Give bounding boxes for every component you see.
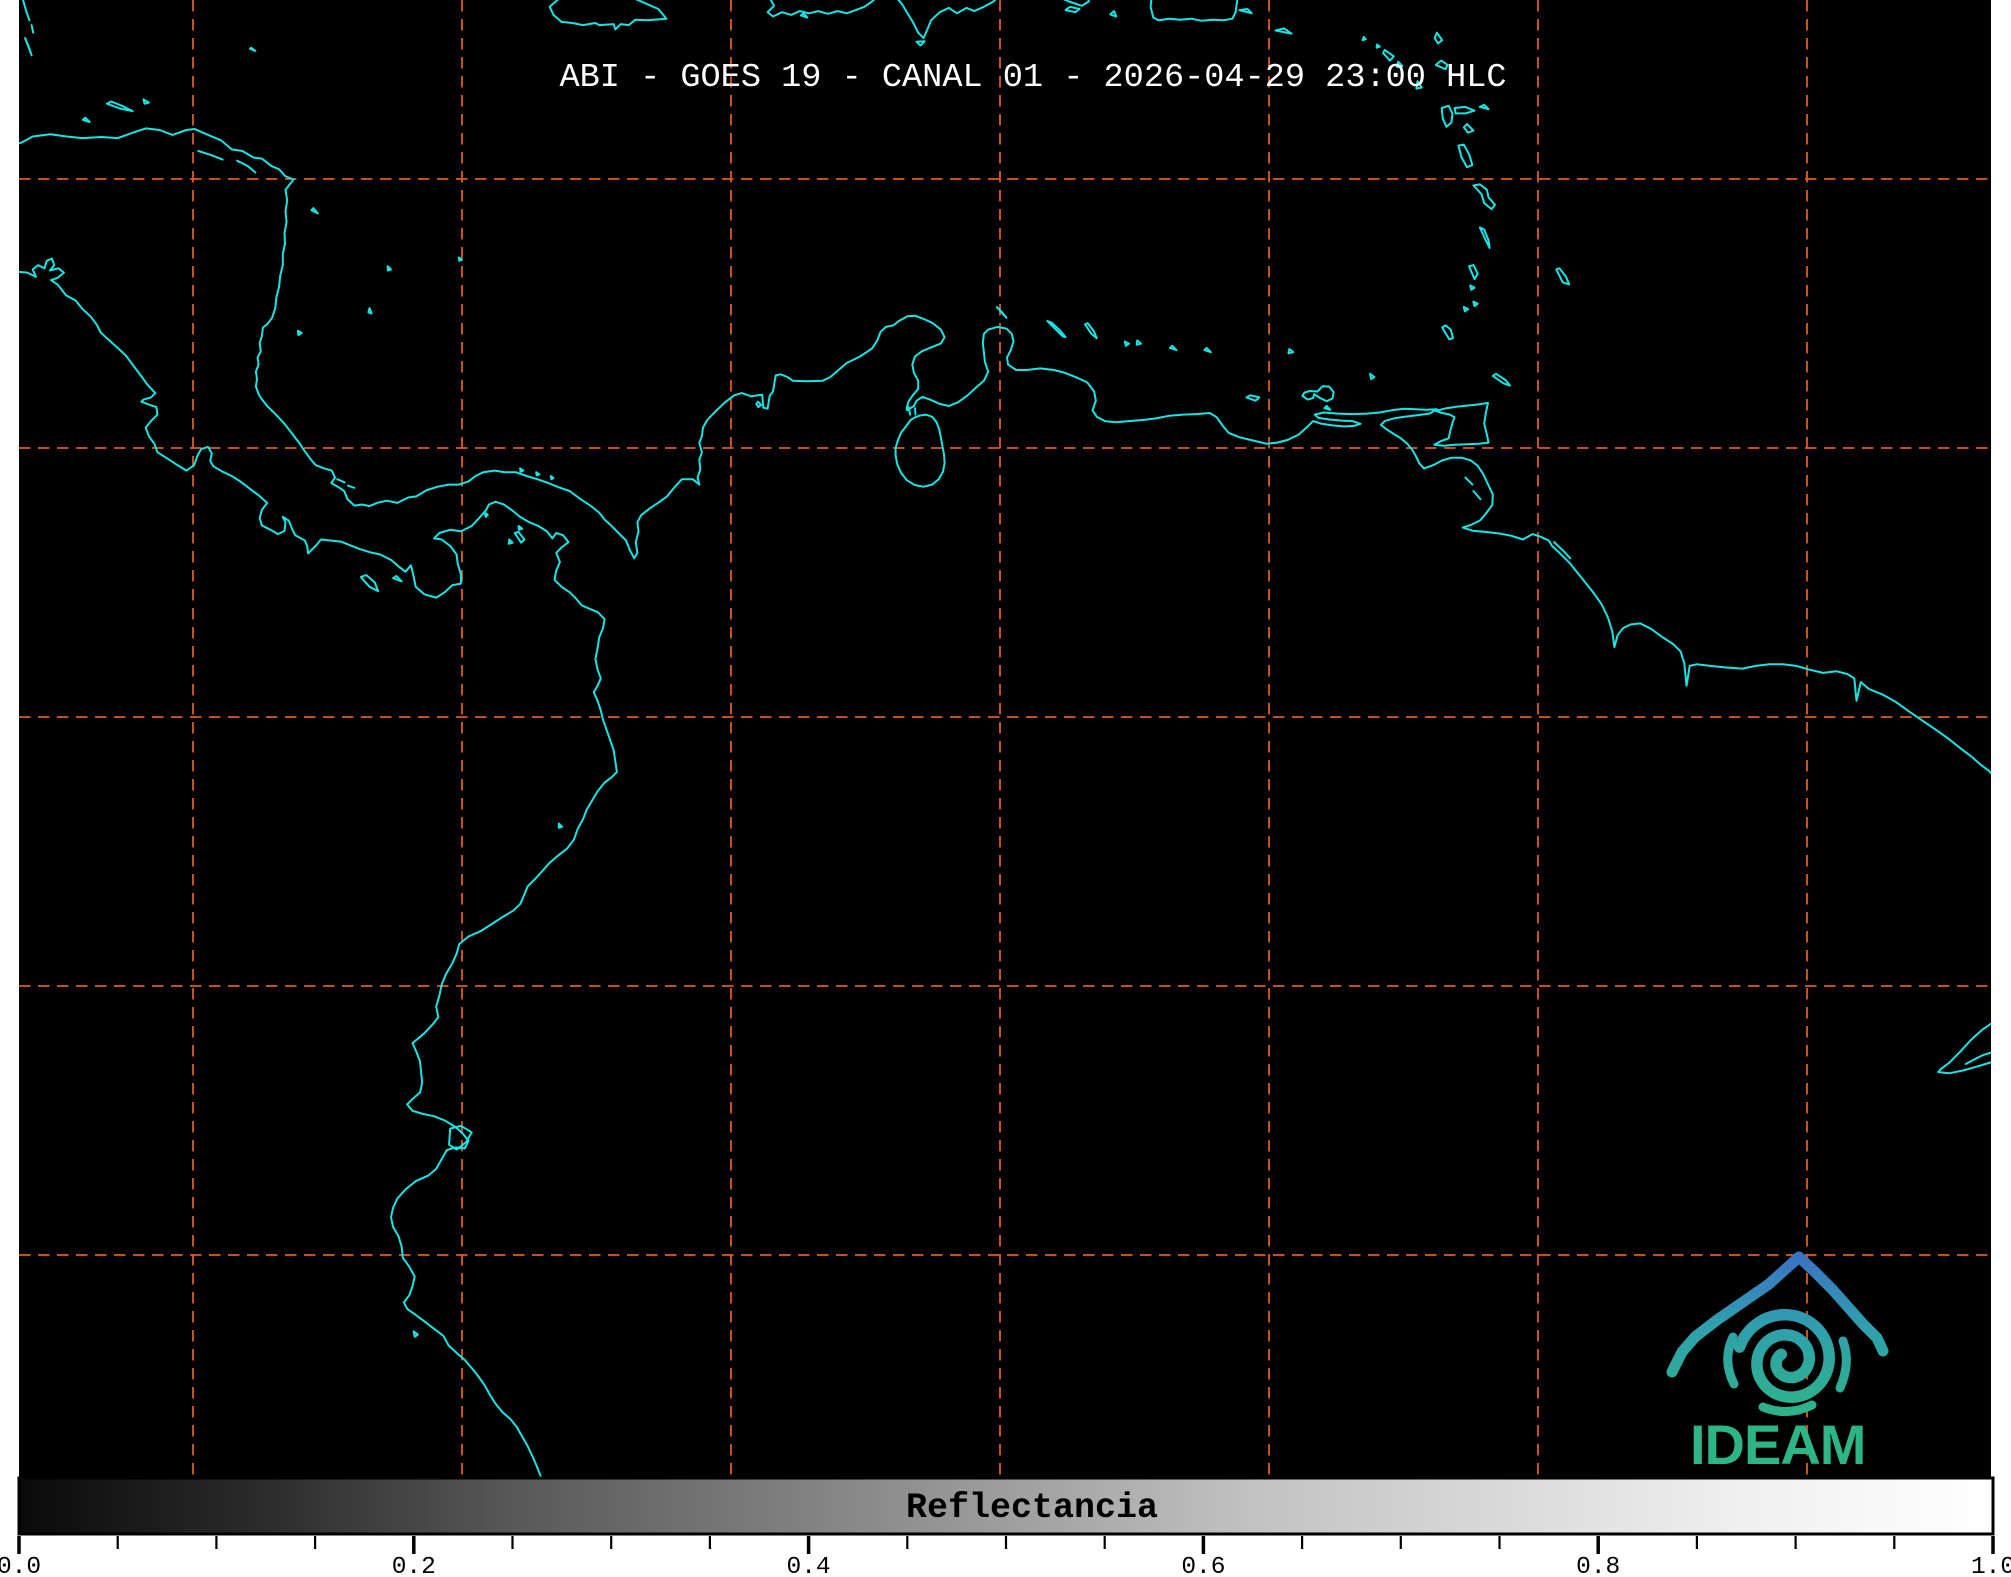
svg-text:0.2: 0.2 <box>392 1554 436 1577</box>
svg-text:Reflectancia: Reflectancia <box>906 1488 1158 1528</box>
svg-text:IDEAM: IDEAM <box>1690 1413 1865 1476</box>
svg-text:0.0: 0.0 <box>0 1554 41 1577</box>
svg-text:ABI - GOES 19 - CANAL 01 - 202: ABI - GOES 19 - CANAL 01 - 2026-04-29 23… <box>559 59 1506 97</box>
svg-text:0.8: 0.8 <box>1576 1554 1620 1577</box>
svg-text:0.4: 0.4 <box>787 1554 831 1577</box>
svg-text:0.6: 0.6 <box>1181 1554 1225 1577</box>
svg-text:1.0: 1.0 <box>1971 1554 2011 1577</box>
